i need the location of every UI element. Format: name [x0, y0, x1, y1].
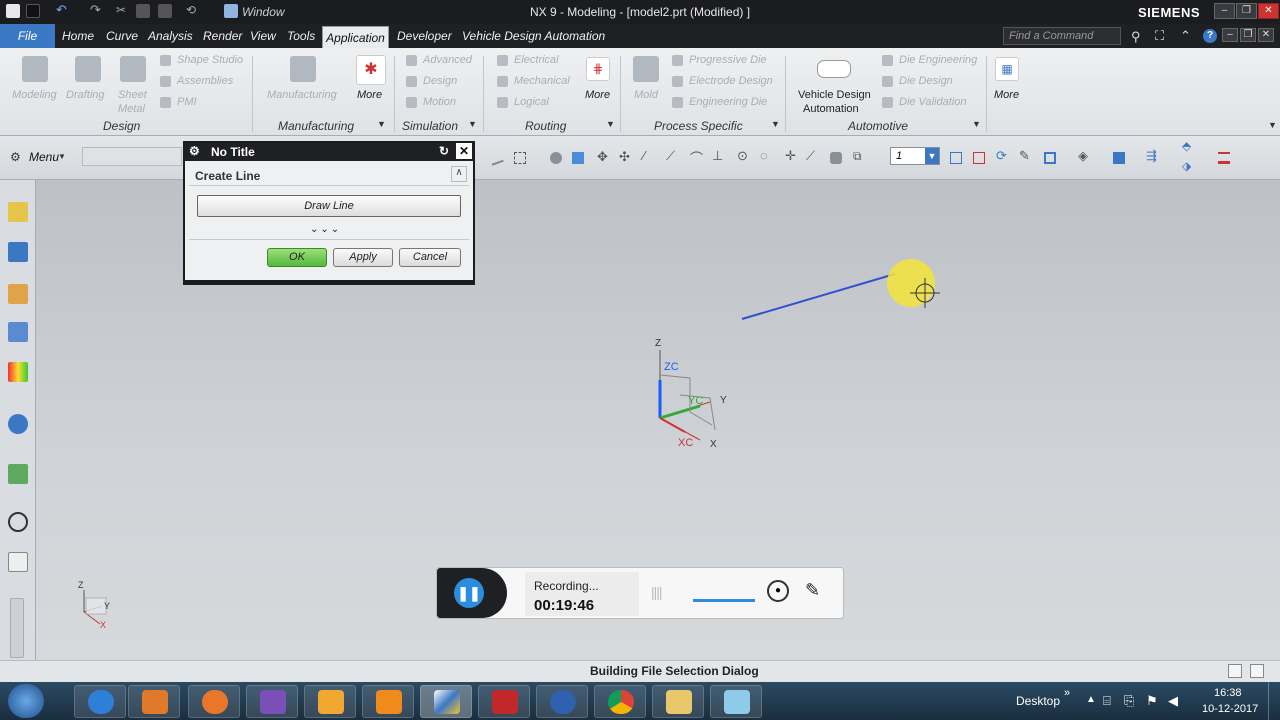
- webcam-icon[interactable]: ●: [767, 580, 789, 602]
- visual-studio-icon: [260, 690, 286, 714]
- mini-triad-y-label: Y: [104, 601, 111, 611]
- recording-status: Recording...: [534, 579, 599, 593]
- recorder-status-panel: Recording... 00:19:46: [525, 572, 639, 616]
- nx-icon: [434, 690, 460, 714]
- status-bar: Building File Selection Dialog: [0, 660, 1280, 682]
- media-player-icon: [142, 690, 168, 714]
- toolbar-expand-icon[interactable]: »: [1064, 687, 1070, 699]
- triad-zc-label: ZC: [664, 361, 679, 373]
- screen-recorder-widget: ❚❚ Recording... 00:19:46 |||| ● ✎: [436, 567, 844, 619]
- internet-explorer-icon: [88, 690, 114, 714]
- q-app-icon: [318, 690, 344, 714]
- taskbar-item-qlik[interactable]: [304, 685, 356, 718]
- dialog-title: No Title: [211, 145, 255, 159]
- triad-z-label: Z: [655, 338, 662, 349]
- reset-icon[interactable]: ↻: [439, 144, 449, 158]
- draw-line-button[interactable]: Draw Line: [197, 195, 461, 217]
- folder-icon: [666, 690, 692, 714]
- chrome-icon: [608, 690, 634, 714]
- desktop-toolbar[interactable]: Desktop: [1016, 694, 1060, 708]
- recording-time: 00:19:46: [534, 597, 595, 614]
- tray-expand-icon[interactable]: ▲: [1086, 694, 1096, 705]
- clock-date[interactable]: 10-12-2017: [1202, 703, 1258, 715]
- status-message: Building File Selection Dialog: [590, 664, 759, 678]
- taskbar-item-acrobat[interactable]: [478, 685, 530, 718]
- taskbar-item-ie[interactable]: [74, 685, 126, 718]
- taskbar-item-media[interactable]: [128, 685, 180, 718]
- taskbar-item-visual-studio[interactable]: [246, 685, 298, 718]
- dialog-header[interactable]: ⚙ No Title ↻ ✕: [185, 143, 473, 161]
- taskbar-item-app[interactable]: [710, 685, 762, 718]
- volume-slider[interactable]: [693, 599, 755, 602]
- triad-y-label: Y: [720, 395, 727, 406]
- taskbar-item-nx[interactable]: [420, 685, 472, 718]
- cursor-highlight: [887, 259, 935, 307]
- triad-xc-label: XC: [678, 437, 694, 449]
- taskbar-item-explorer[interactable]: [652, 685, 704, 718]
- create-line-dialog: ⚙ No Title ↻ ✕ Create Line ∧ Draw Line ⌄…: [183, 141, 475, 285]
- network-icon[interactable]: ⌸: [1103, 693, 1111, 709]
- infinity-icon: [550, 690, 576, 714]
- show-desktop-button[interactable]: [1268, 682, 1280, 720]
- mini-view-triad: [83, 590, 107, 625]
- drag-handle-icon[interactable]: ||||: [651, 584, 663, 600]
- status-icon[interactable]: [1250, 664, 1264, 678]
- recorder-control-area: ❚❚: [437, 568, 507, 618]
- acrobat-icon: [492, 690, 518, 714]
- triad-yc-label: YC: [688, 395, 704, 407]
- clock-time[interactable]: 16:38: [1214, 687, 1242, 699]
- close-icon[interactable]: ✕: [456, 143, 472, 159]
- taskbar-item-infinity[interactable]: [536, 685, 588, 718]
- drawn-line[interactable]: [741, 273, 896, 320]
- pause-icon[interactable]: ❚❚: [454, 578, 484, 608]
- create-line-section[interactable]: Create Line ∧: [189, 164, 469, 186]
- ok-button[interactable]: OK: [267, 248, 327, 267]
- mini-triad-x-label: X: [100, 620, 107, 630]
- taskbar-item-chrome[interactable]: [594, 685, 646, 718]
- collapse-section-icon[interactable]: ∧: [451, 166, 467, 182]
- pen-icon[interactable]: ✎: [805, 580, 820, 601]
- settings-icon[interactable]: ⚙: [189, 144, 200, 158]
- expand-more-icon[interactable]: ⌄⌄⌄: [310, 224, 341, 235]
- vlc-icon: [376, 690, 402, 714]
- mini-triad-z-label: Z: [78, 580, 84, 590]
- cancel-button[interactable]: Cancel: [399, 248, 461, 267]
- windows-taskbar: Desktop » ▲ ⌸ ⎘ ⚑ ◀ 16:38 10-12-2017: [0, 682, 1280, 720]
- triad-x-label: X: [710, 439, 717, 450]
- volume-icon[interactable]: ◀: [1168, 693, 1178, 709]
- windows-start-icon[interactable]: [8, 684, 44, 718]
- status-icon[interactable]: [1228, 664, 1242, 678]
- divider: [189, 239, 469, 240]
- flag-icon[interactable]: ⚑: [1146, 693, 1158, 709]
- taskbar-item-firefox[interactable]: [188, 685, 240, 718]
- device-icon[interactable]: ⎘: [1124, 693, 1134, 709]
- section-title: Create Line: [195, 169, 261, 183]
- taskbar-item-vlc[interactable]: [362, 685, 414, 718]
- app-icon: [724, 690, 750, 714]
- firefox-icon: [202, 690, 228, 714]
- apply-button[interactable]: Apply: [333, 248, 393, 267]
